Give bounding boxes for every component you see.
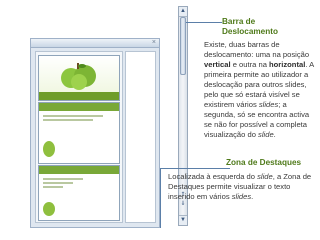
close-icon[interactable]: × (152, 39, 156, 47)
highlights-description: Localizada à esquerda do slide, a Zona d… (168, 172, 312, 201)
text-line (43, 186, 63, 188)
heading-line: Deslocamento (222, 27, 278, 36)
panel-title-bar: × (31, 39, 159, 48)
leaf-image (43, 202, 55, 216)
scrollbar-heading: Barra de Deslocamento (222, 17, 302, 37)
slide-editing-area[interactable] (125, 51, 156, 223)
connector-line (160, 168, 161, 228)
connector-line (186, 22, 222, 23)
highlights-heading: Zona de Destaques (226, 158, 302, 167)
text-line (43, 182, 73, 184)
heading-line: Barra de (222, 17, 256, 26)
slide-thumbnail-2[interactable] (38, 102, 120, 164)
slide-thumbnail-1[interactable] (38, 55, 120, 101)
slide-header-bar (39, 166, 119, 174)
scroll-up-icon[interactable]: ▲ (179, 7, 187, 17)
slide-thumbnails-list[interactable] (35, 51, 123, 223)
slide-title-band (39, 92, 119, 100)
text-line (43, 115, 103, 117)
scrollbar-description: Existe, duas barras de deslocamento: uma… (204, 40, 314, 139)
apples-image (61, 63, 96, 90)
slides-outline-panel: × (30, 38, 160, 228)
slide-thumbnail-3[interactable] (38, 165, 120, 221)
text-line (43, 119, 93, 121)
scrollbar-thumb[interactable] (180, 17, 186, 75)
scroll-down-icon[interactable]: ▼ (179, 215, 187, 225)
connector-line (160, 168, 230, 169)
leaf-image (43, 141, 55, 157)
slide-header-bar (39, 103, 119, 111)
text-line (43, 178, 83, 180)
